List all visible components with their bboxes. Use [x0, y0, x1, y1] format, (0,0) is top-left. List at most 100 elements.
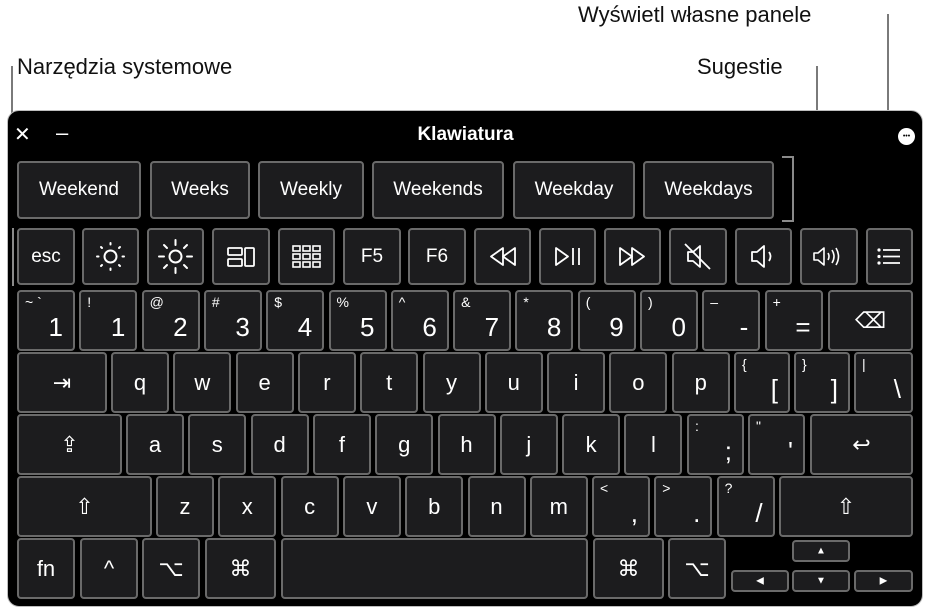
letter-key[interactable]: p: [671, 352, 730, 413]
number-key[interactable]: & 7: [453, 290, 512, 351]
letter-key[interactable]: c: [280, 476, 339, 537]
mute-key[interactable]: [669, 228, 727, 285]
number-key[interactable]: $4: [266, 290, 325, 351]
number-key[interactable]: % 5: [328, 290, 387, 351]
arrow-right-key[interactable]: ▶: [854, 570, 913, 592]
fast-forward-key[interactable]: [604, 228, 661, 285]
key-label: x: [241, 493, 253, 519]
suggestion-button[interactable]: Weeks: [150, 161, 250, 219]
suggestion-label: Weekly: [280, 179, 342, 200]
space-bar[interactable]: [281, 538, 588, 599]
command-key[interactable]: ⌘: [205, 538, 276, 599]
esc-key[interactable]: esc: [17, 228, 75, 285]
letter-key[interactable]: j: [499, 414, 558, 475]
mission-control-key[interactable]: [212, 228, 270, 285]
letter-key[interactable]: z: [156, 476, 214, 537]
letter-key[interactable]: x: [218, 476, 277, 537]
number-key[interactable]: + =: [764, 290, 823, 351]
symbol-key[interactable]: >.: [654, 476, 713, 537]
letter-key[interactable]: r: [297, 352, 356, 413]
brightness-up-key[interactable]: [147, 228, 204, 285]
letter-key[interactable]: h: [437, 414, 496, 475]
letter-key[interactable]: w: [173, 352, 232, 413]
number-key[interactable]: ! 1: [79, 290, 138, 351]
symbol-key[interactable]: <,: [592, 476, 650, 537]
suggestion-button[interactable]: Weekend: [17, 161, 141, 219]
brightness-up-icon: [158, 239, 193, 274]
key-label: v: [366, 493, 378, 519]
return-key[interactable]: ↩: [810, 414, 913, 475]
key-label: b: [428, 493, 441, 519]
number-key[interactable]: (9: [577, 290, 636, 351]
more-dots: •••: [902, 133, 911, 140]
key-shift-label: %: [336, 294, 349, 310]
arrow-up-icon: ▲: [816, 545, 826, 557]
key-label: \: [893, 374, 901, 404]
caps-lock-key[interactable]: ⇪: [17, 414, 122, 475]
right-option-key[interactable]: ⌥: [668, 538, 726, 599]
letter-key[interactable]: a: [126, 414, 184, 475]
number-key[interactable]: ~ ` 1: [17, 290, 75, 351]
letter-key[interactable]: k: [562, 414, 621, 475]
right-shift-key[interactable]: ⇧: [779, 476, 913, 537]
fn-key[interactable]: fn: [17, 538, 75, 599]
brightness-down-key[interactable]: [82, 228, 139, 285]
letter-key[interactable]: l: [624, 414, 683, 475]
volume-up-key[interactable]: [800, 228, 858, 285]
letter-key[interactable]: b: [405, 476, 464, 537]
suggestion-button[interactable]: Weekends: [372, 161, 504, 219]
letter-key[interactable]: y: [422, 352, 481, 413]
letter-key[interactable]: u: [484, 352, 543, 413]
letter-key[interactable]: s: [188, 414, 247, 475]
symbol-key[interactable]: }]: [794, 352, 850, 413]
number-key[interactable]: * 8: [515, 290, 574, 351]
symbol-key[interactable]: :;: [687, 414, 744, 475]
launchpad-key[interactable]: [278, 228, 335, 285]
suggestion-button[interactable]: Weekdays: [643, 161, 774, 219]
number-key[interactable]: @2: [141, 290, 200, 351]
right-command-key[interactable]: ⌘: [593, 538, 664, 599]
letter-key[interactable]: m: [529, 476, 588, 537]
letter-key[interactable]: o: [609, 352, 668, 413]
symbol-key[interactable]: " ': [748, 414, 805, 475]
arrow-up-key[interactable]: ▲: [792, 540, 850, 562]
custom-panels-key[interactable]: [866, 228, 913, 285]
delete-key[interactable]: ⌫: [828, 290, 913, 351]
number-key[interactable]: – -: [702, 290, 761, 351]
suggestion-button[interactable]: Weekday: [513, 161, 635, 219]
number-key[interactable]: ) 0: [640, 290, 698, 351]
letter-key[interactable]: q: [111, 352, 169, 413]
tab-key[interactable]: ⇥: [17, 352, 107, 413]
volume-down-key[interactable]: [735, 228, 792, 285]
f5-key[interactable]: F5: [343, 228, 401, 285]
play-pause-key[interactable]: [539, 228, 596, 285]
letter-key[interactable]: g: [375, 414, 434, 475]
play-pause-icon: [555, 247, 580, 266]
symbol-key[interactable]: {[: [734, 352, 790, 413]
letter-key[interactable]: v: [342, 476, 401, 537]
arrow-down-key[interactable]: ▼: [792, 570, 850, 592]
control-key[interactable]: ^: [80, 538, 138, 599]
letter-key[interactable]: t: [360, 352, 419, 413]
key-shift-label: <: [600, 480, 609, 496]
suggestion-button[interactable]: Weekly: [258, 161, 364, 219]
rewind-key[interactable]: [474, 228, 531, 285]
left-shift-key[interactable]: ⇧: [17, 476, 152, 537]
letter-key[interactable]: e: [235, 352, 294, 413]
number-key[interactable]: #3: [203, 290, 262, 351]
letter-key[interactable]: n: [467, 476, 526, 537]
symbol-key[interactable]: | \: [854, 352, 913, 413]
letter-key[interactable]: i: [547, 352, 606, 413]
symbol-key[interactable]: ? /: [716, 476, 775, 537]
key-shift-label: ~ `: [25, 294, 42, 310]
key-shift-label: ^: [398, 294, 406, 310]
letter-key[interactable]: d: [250, 414, 309, 475]
rewind-icon: [490, 247, 516, 266]
shift-icon: ⇧: [75, 493, 94, 519]
number-key[interactable]: ^ 6: [390, 290, 449, 351]
f6-key[interactable]: F6: [408, 228, 466, 285]
arrow-left-key[interactable]: ◀: [731, 570, 789, 592]
option-key[interactable]: ⌥: [142, 538, 200, 599]
more-options-icon[interactable]: •••: [898, 128, 915, 145]
letter-key[interactable]: f: [312, 414, 371, 475]
